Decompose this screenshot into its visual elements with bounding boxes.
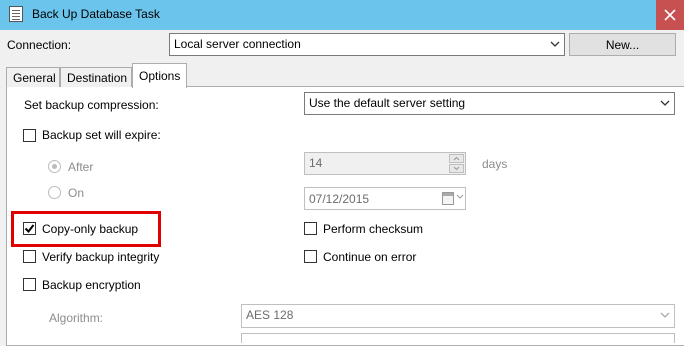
after-label: After	[68, 160, 94, 174]
connection-value: Local server connection	[174, 37, 301, 51]
compression-label: Set backup compression:	[24, 98, 159, 112]
connection-label: Connection:	[7, 38, 72, 52]
stepper-up-button[interactable]	[449, 154, 464, 163]
chevron-down-icon	[550, 41, 560, 47]
title-bar: Back Up Database Task	[0, 0, 684, 30]
perform-checksum-checkbox[interactable]	[304, 222, 317, 235]
tab-label: Destination	[67, 71, 128, 85]
verify-integrity-checkbox[interactable]	[23, 250, 36, 263]
date-value: 07/12/2015	[309, 192, 370, 206]
expire-date-picker[interactable]: 07/12/2015	[304, 187, 466, 210]
tab-label: General	[13, 71, 56, 85]
verify-integrity-label: Verify backup integrity	[42, 250, 160, 264]
encryption-checkbox[interactable]	[23, 278, 36, 291]
copy-only-label: Copy-only backup	[42, 222, 139, 236]
chevron-down-icon	[456, 194, 464, 199]
copy-only-checkbox[interactable]	[23, 222, 36, 235]
stepper-down-button[interactable]	[449, 164, 464, 173]
compression-value: Use the default server setting	[309, 96, 466, 110]
days-stepper[interactable]: 14	[304, 152, 466, 175]
close-icon	[664, 9, 676, 21]
connection-select[interactable]: Local server connection	[169, 33, 565, 56]
expire-checkbox[interactable]	[23, 129, 36, 142]
tab-destination[interactable]: Destination	[60, 67, 132, 87]
expire-label: Backup set will expire:	[42, 128, 161, 142]
chevron-down-icon	[453, 166, 460, 171]
window-title: Back Up Database Task	[32, 7, 160, 21]
algorithm-value: AES 128	[246, 308, 294, 322]
tab-label: Options	[139, 69, 181, 83]
days-value: 14	[309, 156, 323, 170]
tab-options[interactable]: Options	[132, 63, 187, 88]
calendar-icon[interactable]	[442, 192, 454, 205]
on-label: On	[68, 186, 85, 200]
after-radio[interactable]	[48, 160, 61, 173]
certificate-select[interactable]	[241, 333, 675, 343]
days-unit: days	[482, 157, 508, 171]
algorithm-select[interactable]: AES 128	[241, 304, 675, 328]
continue-on-error-label: Continue on error	[323, 250, 417, 264]
stepper-buttons	[449, 154, 464, 173]
checkmark-icon	[24, 224, 35, 234]
close-button[interactable]	[656, 0, 684, 30]
continue-on-error-checkbox[interactable]	[304, 250, 317, 263]
chevron-up-icon	[453, 156, 460, 161]
perform-checksum-label: Perform checksum	[323, 222, 424, 236]
new-connection-button[interactable]: New...	[569, 33, 676, 56]
encryption-label: Backup encryption	[42, 278, 141, 292]
on-radio[interactable]	[48, 186, 61, 199]
chevron-down-icon	[660, 100, 670, 106]
compression-select[interactable]: Use the default server setting	[304, 92, 675, 115]
task-icon	[9, 6, 23, 22]
chevron-down-icon	[660, 312, 670, 318]
tab-general[interactable]: General	[6, 67, 60, 87]
algorithm-label: Algorithm:	[49, 311, 104, 325]
